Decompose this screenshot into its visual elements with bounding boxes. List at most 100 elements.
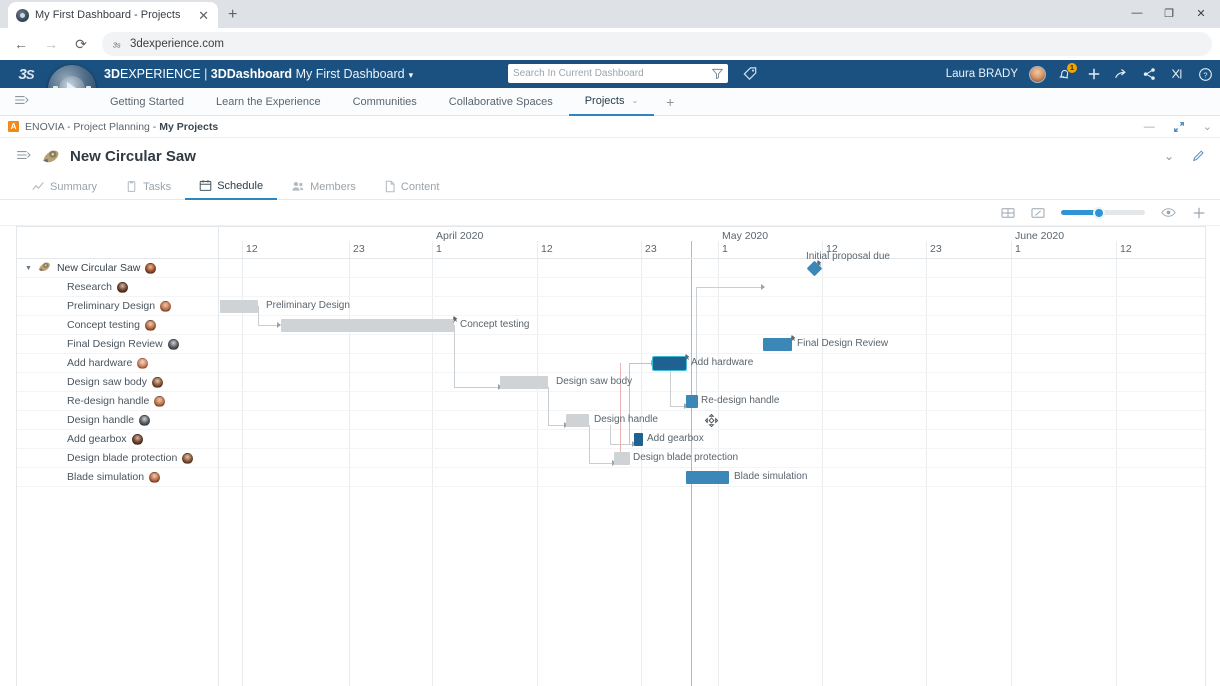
add-tab-button[interactable]: + [666,94,674,110]
gantt-bar[interactable] [281,319,454,332]
window-maximize-button[interactable]: ❐ [1154,2,1184,24]
task-pane-header [17,227,218,259]
avatar[interactable] [160,300,172,312]
visibility-button[interactable] [1161,207,1176,218]
search-input[interactable] [513,68,708,79]
avatar[interactable] [131,433,143,445]
search-box[interactable] [508,64,728,83]
tab-content[interactable]: Content [370,174,454,200]
chevron-down-icon[interactable]: ⌄ [631,96,638,105]
app-tab-getting-started[interactable]: Getting Started [94,88,200,116]
zoom-slider-handle[interactable] [1092,206,1105,219]
gantt-bar-label: Design saw body [556,376,633,387]
tab-tasks[interactable]: Tasks [111,174,185,200]
notifications-button[interactable]: 1 [1057,62,1077,83]
task-row[interactable]: Concept testing [17,316,218,335]
gantt-bar[interactable] [634,433,643,446]
address-bar[interactable]: 3s 3dexperience.com [102,32,1212,56]
share-arrow-icon [1115,68,1126,78]
user-name[interactable]: Laura BRADY [946,68,1018,80]
task-row-root[interactable]: ▼ New Circular Saw [17,259,218,278]
task-row[interactable]: Design blade protection [17,449,218,468]
constraint-pin-icon [683,353,692,366]
timeline-gridline [1011,241,1012,258]
grid-view-button[interactable] [1001,207,1015,219]
avatar[interactable] [137,357,149,369]
avatar[interactable] [116,281,128,293]
reload-icon[interactable]: ⟳ [68,31,94,57]
dassault-logo-icon[interactable]: 3S [0,66,46,83]
help-button[interactable]: ? [1197,66,1214,83]
row-gridline [219,391,1205,392]
gantt-bar[interactable] [652,356,687,371]
back-icon[interactable]: ← [8,31,34,57]
project-collapse-button[interactable]: ⌄ [1164,149,1174,163]
add-button[interactable] [1085,66,1102,83]
task-name: Design blade protection [67,452,178,464]
avatar[interactable] [154,395,166,407]
avatar[interactable] [151,376,163,388]
row-gridline [219,410,1205,411]
app-tab-projects-label: Projects [584,94,625,107]
timeline-gridline [641,241,642,258]
task-row[interactable]: Final Design Review [17,335,218,354]
network-share-button[interactable] [1141,66,1158,83]
app-tab-projects[interactable]: Projects ⌄ [568,88,655,116]
tab-members[interactable]: Members [277,174,370,200]
chevron-down-icon[interactable]: ▾ [409,70,414,80]
avatar[interactable] [1029,65,1046,83]
gantt-bar[interactable] [220,300,258,313]
tag-icon[interactable] [742,65,759,82]
dependency-link [548,425,564,426]
avatar[interactable] [182,452,194,464]
gantt-bar[interactable] [566,414,589,427]
app-tab-communities[interactable]: Communities [337,88,433,116]
add-task-button[interactable] [1192,206,1206,220]
dependency-link [670,406,684,407]
filter-icon[interactable] [712,68,723,79]
expand-triangle-icon[interactable]: ▼ [25,265,32,272]
task-row[interactable]: Design handle [17,411,218,430]
task-row[interactable]: Preliminary Design [17,297,218,316]
window-close-button[interactable]: ✕ [1186,2,1216,24]
gantt-bar[interactable] [686,395,698,408]
menu-toggle-icon[interactable] [14,94,36,109]
sidebar-toggle-button[interactable] [16,149,32,164]
forward-icon[interactable]: → [38,31,64,57]
widget-minimize-button[interactable]: — [1144,121,1155,133]
share-button[interactable] [1113,66,1130,83]
zoom-slider[interactable] [1061,206,1145,219]
timeline-day-label: 12 [246,243,258,255]
tab-schedule[interactable]: Schedule [185,174,278,200]
avatar[interactable] [149,471,161,483]
app-tab-learn-the-experience[interactable]: Learn the Experience [200,88,337,116]
topbar-actions: Laura BRADY 1 ? [946,60,1214,88]
avatar[interactable] [167,338,179,350]
new-tab-button[interactable]: + [228,6,237,24]
gantt-bar[interactable] [686,471,729,484]
avatar[interactable] [144,319,156,331]
task-row[interactable]: Add hardware [17,354,218,373]
task-row[interactable]: Add gearbox [17,430,218,449]
browser-tab[interactable]: My First Dashboard - Projects ✕ [8,2,218,28]
gantt-bar[interactable] [614,452,630,465]
expand-icon[interactable] [1173,121,1185,133]
gantt-bar[interactable] [763,338,792,351]
timeline-gridline [718,241,719,258]
gantt-bar[interactable] [500,376,548,389]
edit-pencil-icon[interactable] [1192,149,1206,163]
task-row[interactable]: Blade simulation [17,468,218,487]
tools-button[interactable] [1169,66,1186,83]
close-icon[interactable]: ✕ [195,9,212,22]
task-row[interactable]: Re-design handle [17,392,218,411]
window-minimize-button[interactable]: — [1122,2,1152,24]
task-row[interactable]: Design saw body [17,373,218,392]
fit-screen-button[interactable] [1031,207,1045,219]
tab-summary[interactable]: Summary [18,174,111,200]
avatar[interactable] [145,262,157,274]
avatar[interactable] [139,414,151,426]
widget-collapse-button[interactable]: ⌄ [1203,120,1212,133]
task-row[interactable]: Research [17,278,218,297]
dashboard-name[interactable]: My First Dashboard [296,67,405,81]
app-tab-collaborative-spaces[interactable]: Collaborative Spaces [433,88,569,116]
